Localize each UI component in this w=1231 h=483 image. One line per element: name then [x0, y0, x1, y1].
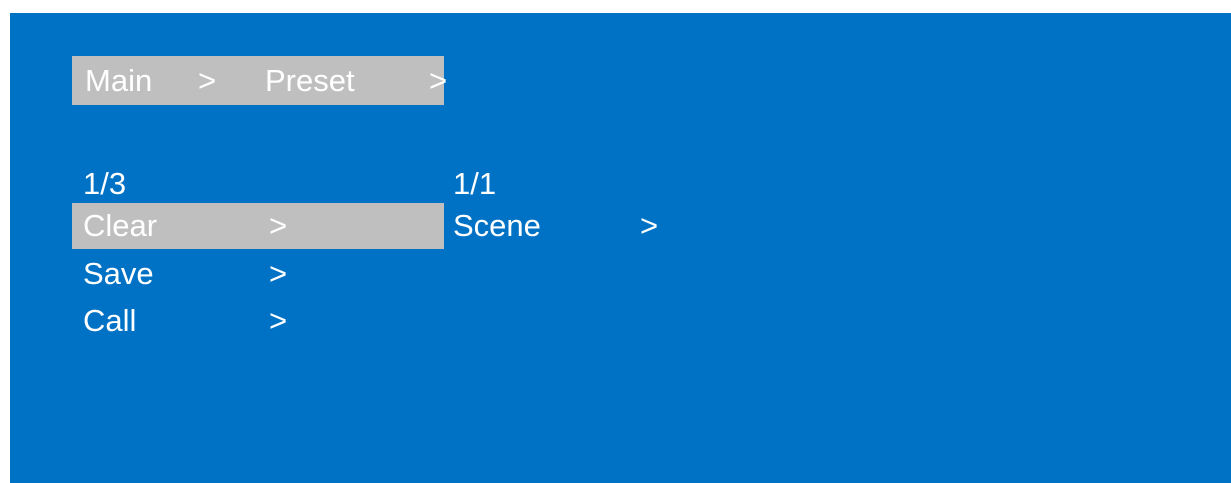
right-menu-page-indicator: 1/1	[453, 166, 497, 201]
chevron-right-icon: >	[269, 256, 288, 291]
menu-item-save[interactable]: Save >	[72, 251, 444, 297]
breadcrumb-preset[interactable]: Preset	[265, 56, 355, 105]
breadcrumb-separator: >	[198, 63, 217, 98]
breadcrumb: Main > Preset >	[72, 56, 448, 105]
menu-item-label: Save	[83, 256, 154, 291]
chevron-right-icon: >	[269, 208, 288, 243]
left-menu-page-indicator: 1/3	[83, 166, 127, 201]
menu-item-clear[interactable]: Clear >	[72, 203, 444, 249]
menu-item-label: Call	[83, 303, 137, 338]
menu-item-call[interactable]: Call >	[72, 298, 444, 344]
menu-item-scene[interactable]: Scene >	[444, 203, 704, 249]
osd-screen: Main > Preset > 1/3 1/1 Clear > Save > C…	[10, 13, 1231, 483]
breadcrumb-main[interactable]: Main	[85, 56, 152, 105]
menu-item-label: Clear	[83, 208, 158, 243]
breadcrumb-separator: >	[429, 63, 448, 98]
chevron-right-icon: >	[269, 303, 288, 338]
menu-item-label: Scene	[453, 208, 541, 243]
chevron-right-icon: >	[640, 208, 659, 243]
